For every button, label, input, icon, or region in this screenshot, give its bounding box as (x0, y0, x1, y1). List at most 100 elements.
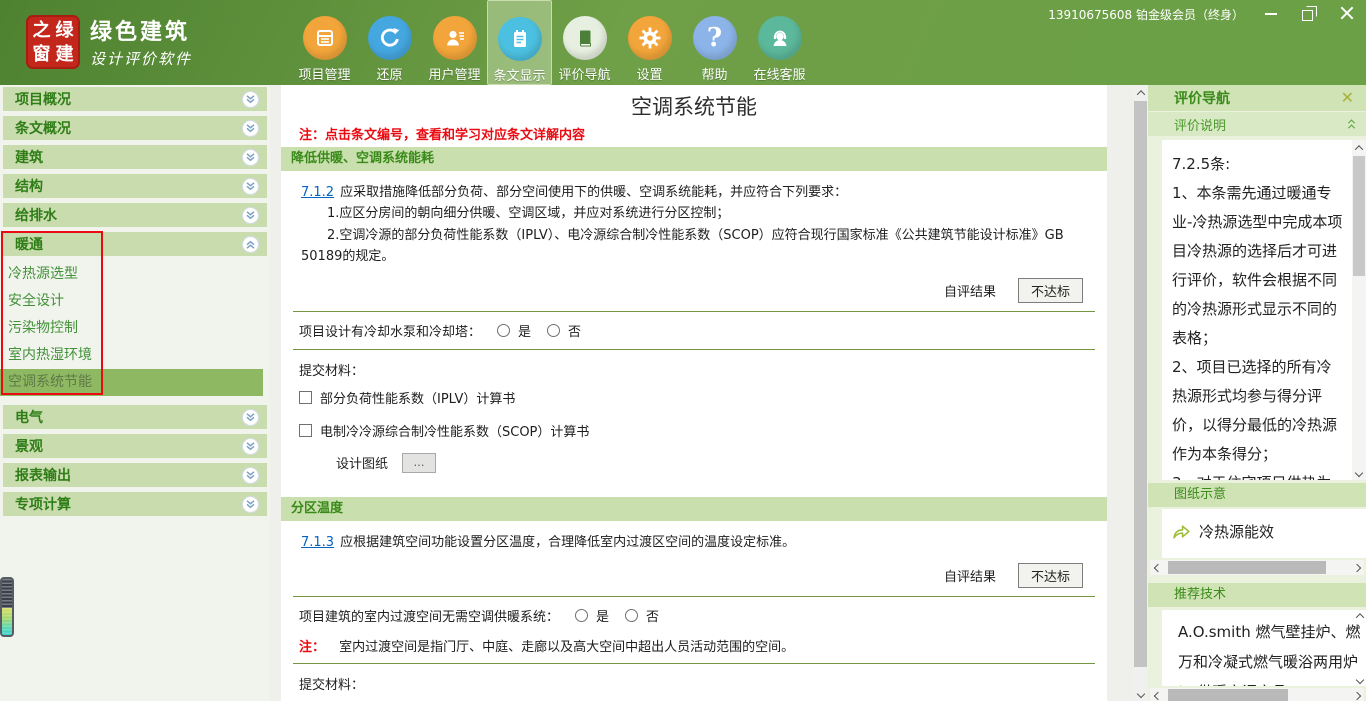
radio-yes[interactable] (575, 609, 588, 622)
sidebar-group-plumbing[interactable]: 给排水 (3, 203, 267, 227)
scrollbar-thumb[interactable] (1134, 101, 1147, 667)
eval-note-header[interactable]: 评价说明 (1148, 112, 1366, 136)
gear-icon (628, 16, 672, 60)
browse-button[interactable]: … (402, 453, 436, 473)
chevron-down-icon[interactable] (242, 149, 259, 166)
chevron-down-icon[interactable] (242, 91, 259, 108)
tech-scrollbar[interactable] (1353, 610, 1366, 686)
clause-note-row: 注： 室内过渡空间是指门厅、中庭、走廊以及高大空间中超出人员活动范围的空间。 (281, 634, 1107, 663)
clause-7-1-2: 7.1.2应采取措施降低部分负荷、部分空间使用下的供暖、空调系统能耗，并应符合下… (281, 171, 1107, 274)
scroll-right-arrow[interactable] (1349, 560, 1364, 575)
panel-close-icon[interactable]: ✕ (1341, 90, 1354, 106)
eval-note-line: 1、本条需先通过暖通专业-冷热源选型中完成本项目冷热源的选择后才可进行评价，软件… (1172, 179, 1344, 353)
sidebar-group-architecture[interactable]: 建筑 (3, 145, 267, 169)
toolbar-label: 条文显示 (493, 65, 545, 84)
main-toolbar: 项目管理 还原 用户管理 条文显示 评价导航 (292, 0, 812, 85)
logo-seal: 之 绿 窗 建 (26, 15, 80, 69)
scop-checkbox[interactable] (299, 424, 312, 437)
sidebar-item-cold-heat-source[interactable]: 冷热源选型 (0, 261, 270, 288)
collapse-up-icon[interactable] (1349, 119, 1354, 129)
toolbar-item-project[interactable]: 项目管理 (292, 0, 357, 85)
drawing-link-cold-heat-efficiency[interactable]: 冷热源能效 (1172, 521, 1366, 542)
transition-space-question-row: 项目建筑的室内过渡空间无需空调供暖系统： 是 否 (281, 597, 1107, 634)
toolbar-item-restore[interactable]: 还原 (357, 0, 422, 85)
clause-notepad-icon (498, 17, 542, 61)
toolbar-item-help[interactable]: ? 帮助 (682, 0, 747, 85)
sidebar-item-ac-energy-saving[interactable]: 空调系统节能 (0, 369, 263, 396)
close-button[interactable] (1340, 6, 1354, 20)
toolbar-item-clause-display[interactable]: 条文显示 (487, 0, 552, 85)
clause-link-712[interactable]: 7.1.2 (301, 185, 334, 200)
materials-label: 提交材料： (281, 664, 1107, 695)
toolbar-item-support[interactable]: 在线客服 (747, 0, 812, 85)
toolbar-item-users[interactable]: 用户管理 (422, 0, 487, 85)
sidebar-group-report-output[interactable]: 报表输出 (3, 463, 267, 487)
sidebar-group-structure[interactable]: 结构 (3, 174, 267, 198)
clause-text: 应根据建筑空间功能设置分区温度，合理降低室内过渡区空间的温度设定标准。 (340, 535, 795, 550)
radio-no[interactable] (625, 609, 638, 622)
sidebar-group-special-calc[interactable]: 专项计算 (3, 492, 267, 516)
sidebar-item-safety-design[interactable]: 安全设计 (0, 288, 270, 315)
chevron-down-icon[interactable] (242, 409, 259, 426)
scroll-left-arrow[interactable] (1150, 688, 1165, 701)
toolbar-label: 项目管理 (298, 64, 350, 83)
tech-link-hvac-products[interactable]: 供暖空调产品 (1170, 676, 1350, 686)
tech-link-aosmith[interactable]: A.O.smith 燃气壁挂炉、燃 (1170, 616, 1350, 646)
group-label: 条文概况 (15, 118, 71, 138)
chevron-down-icon[interactable] (242, 178, 259, 195)
window-controls (1264, 4, 1354, 22)
self-eval-result[interactable]: 不达标 (1018, 278, 1083, 303)
sidebar-group-landscape[interactable]: 景观 (3, 434, 267, 458)
sidebar-group-hvac[interactable]: 暖通 (3, 232, 267, 256)
chevron-down-icon[interactable] (242, 438, 259, 455)
tech-link-vanward[interactable]: 万和冷凝式燃气暖浴两用炉 (1170, 646, 1350, 676)
group-label: 项目概况 (15, 89, 71, 109)
group-label: 暖通 (15, 234, 43, 254)
iplv-checkbox[interactable] (299, 391, 312, 404)
panel-h-scrollbar[interactable] (1150, 560, 1364, 575)
sidebar-group-project-overview[interactable]: 项目概况 (3, 87, 267, 111)
group-label: 给排水 (15, 205, 57, 225)
toolbar-label: 设置 (636, 64, 662, 83)
chevron-down-icon[interactable] (242, 207, 259, 224)
sidebar-item-pollutant-control[interactable]: 污染物控制 (0, 315, 270, 342)
scroll-up-arrow[interactable] (1133, 85, 1148, 100)
restore-icon (368, 16, 412, 60)
sidebar-item-indoor-thermal[interactable]: 室内热湿环境 (0, 342, 270, 369)
scrollbar-thumb[interactable] (1168, 689, 1288, 701)
panel-title: 评价导航 (1174, 88, 1230, 108)
sidebar-group-clause-overview[interactable]: 条文概况 (3, 116, 267, 140)
chevron-down-icon[interactable] (242, 496, 259, 513)
materials-label: 提交材料： (281, 350, 1107, 381)
radio-question: 项目设计有冷却水泵和冷却塔： (299, 321, 481, 340)
scroll-down-arrow[interactable] (1133, 686, 1148, 701)
tech-section-header: 推荐技术 (1148, 583, 1366, 607)
seal-char: 建 (54, 44, 75, 66)
seal-char: 绿 (54, 20, 75, 42)
scroll-up-arrow[interactable] (1352, 140, 1366, 155)
radio-no[interactable] (547, 324, 560, 337)
scroll-down-arrow[interactable] (1352, 465, 1366, 480)
self-eval-result[interactable]: 不达标 (1018, 563, 1083, 588)
panel-bottom-h-scrollbar[interactable] (1150, 688, 1364, 701)
hvac-submenu: 冷热源选型 安全设计 污染物控制 室内热湿环境 空调系统节能 (0, 261, 270, 396)
toolbar-item-eval-nav[interactable]: 评价导航 (552, 0, 617, 85)
chevron-down-icon[interactable] (242, 467, 259, 484)
eval-note-line: 2、项目已选择的所有冷热源形式均参与得分评价，以得分最低的冷热源作为本条得分； (1172, 353, 1344, 469)
self-eval-row: 自评结果 不达标 (281, 559, 1107, 596)
note-text: 室内过渡空间是指门厅、中庭、走廊以及高大空间中超出人员活动范围的空间。 (339, 640, 794, 655)
scrollbar-thumb[interactable] (1168, 561, 1326, 574)
scroll-left-arrow[interactable] (1150, 560, 1165, 575)
maximize-button[interactable] (1302, 6, 1316, 20)
content-scrollbar[interactable] (1133, 85, 1148, 701)
toolbar-item-settings[interactable]: 设置 (617, 0, 682, 85)
scroll-right-arrow[interactable] (1349, 688, 1364, 701)
chevron-down-icon[interactable] (242, 120, 259, 137)
scrollbar-thumb[interactable] (1353, 156, 1365, 276)
sidebar-group-electrical[interactable]: 电气 (3, 405, 267, 429)
eval-note-scrollbar[interactable] (1352, 140, 1366, 480)
chevron-up-icon[interactable] (242, 236, 259, 253)
radio-yes[interactable] (497, 324, 510, 337)
minimize-button[interactable] (1264, 6, 1278, 20)
clause-link-713[interactable]: 7.1.3 (301, 535, 334, 550)
